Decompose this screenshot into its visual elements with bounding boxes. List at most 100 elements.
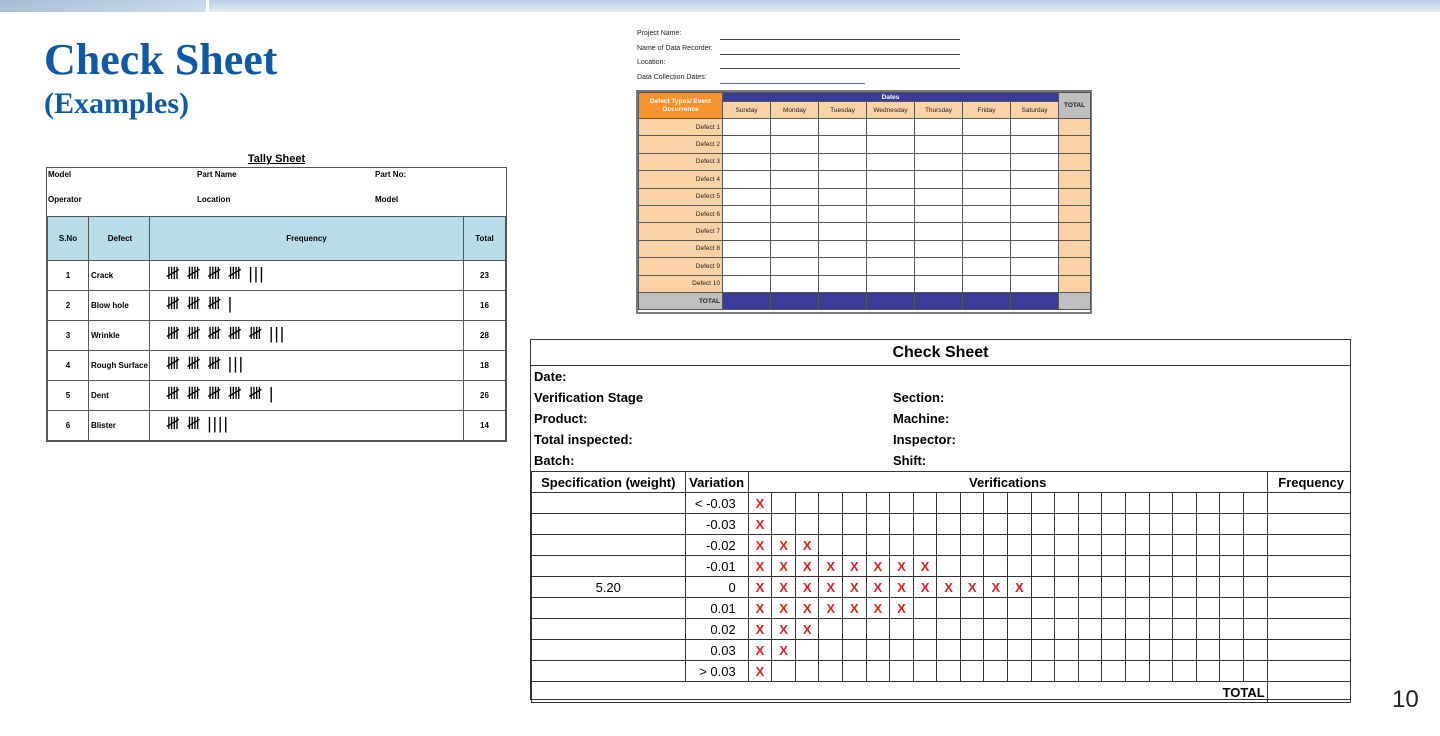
verification-cell[interactable] xyxy=(1124,639,1150,661)
day-cell[interactable] xyxy=(866,187,915,206)
verification-cell[interactable] xyxy=(912,660,938,682)
verification-cell[interactable] xyxy=(1007,513,1032,535)
verification-cell[interactable]: X xyxy=(747,597,773,619)
day-cell[interactable] xyxy=(962,170,1011,189)
verification-cell[interactable] xyxy=(959,513,985,535)
day-cell[interactable] xyxy=(866,222,915,241)
verification-cell[interactable] xyxy=(936,513,961,535)
verification-cell[interactable] xyxy=(1219,513,1244,535)
day-cell[interactable] xyxy=(866,274,915,293)
verification-cell[interactable] xyxy=(983,618,1009,640)
verification-cell[interactable]: X xyxy=(842,597,867,619)
verification-cell[interactable]: X xyxy=(912,576,938,598)
day-cell[interactable] xyxy=(722,239,771,259)
day-cell[interactable] xyxy=(770,274,819,293)
verification-cell[interactable] xyxy=(1172,597,1197,619)
verification-cell[interactable]: X xyxy=(865,555,891,577)
day-cell[interactable] xyxy=(914,170,963,189)
verification-cell[interactable] xyxy=(842,618,867,640)
day-cell[interactable] xyxy=(770,239,819,259)
verification-cell[interactable] xyxy=(1124,576,1150,598)
verification-cell[interactable] xyxy=(1030,639,1056,661)
verification-cell[interactable] xyxy=(1242,513,1268,535)
verification-cell[interactable] xyxy=(1219,576,1244,598)
verification-cell[interactable] xyxy=(1172,555,1197,577)
verification-cell[interactable] xyxy=(865,534,891,556)
verification-cell[interactable] xyxy=(1148,492,1174,514)
verification-cell[interactable]: X xyxy=(771,639,796,661)
verification-cell[interactable] xyxy=(1007,660,1032,682)
verification-cell[interactable] xyxy=(1077,492,1103,514)
verification-cell[interactable] xyxy=(1195,534,1221,556)
verification-cell[interactable] xyxy=(1030,576,1056,598)
verification-cell[interactable] xyxy=(794,660,820,682)
day-cell[interactable] xyxy=(770,135,819,154)
verification-cell[interactable] xyxy=(1242,534,1268,556)
verification-cell[interactable] xyxy=(1195,513,1221,535)
verification-cell[interactable] xyxy=(959,555,985,577)
verification-cell[interactable]: X xyxy=(865,576,891,598)
verification-cell[interactable] xyxy=(1077,639,1103,661)
verification-cell[interactable] xyxy=(1124,660,1150,682)
day-cell[interactable] xyxy=(1009,239,1060,259)
verification-cell[interactable] xyxy=(1242,492,1268,514)
day-cell[interactable] xyxy=(1009,274,1060,293)
day-cell[interactable] xyxy=(1009,204,1060,224)
verification-cell[interactable] xyxy=(1195,618,1221,640)
verification-cell[interactable] xyxy=(1077,513,1103,535)
day-cell[interactable] xyxy=(770,257,819,276)
verification-cell[interactable]: X xyxy=(794,576,820,598)
day-cell[interactable] xyxy=(818,222,867,241)
verification-cell[interactable]: X xyxy=(794,618,820,640)
verification-cell[interactable] xyxy=(865,660,891,682)
verification-cell[interactable] xyxy=(1124,513,1150,535)
verification-cell[interactable] xyxy=(1242,618,1268,640)
verification-cell[interactable]: X xyxy=(747,534,773,556)
day-cell[interactable] xyxy=(914,135,963,154)
verification-cell[interactable] xyxy=(842,639,867,661)
verification-cell[interactable]: X xyxy=(747,618,773,640)
day-cell[interactable] xyxy=(818,117,867,137)
verification-cell[interactable] xyxy=(959,639,985,661)
day-cell[interactable] xyxy=(722,170,771,189)
verification-cell[interactable] xyxy=(1101,555,1126,577)
verification-cell[interactable] xyxy=(1195,492,1221,514)
verification-cell[interactable] xyxy=(1242,555,1268,577)
verification-cell[interactable] xyxy=(936,597,961,619)
day-cell[interactable] xyxy=(770,170,819,189)
verification-cell[interactable] xyxy=(983,492,1009,514)
verification-cell[interactable] xyxy=(1124,618,1150,640)
verification-cell[interactable] xyxy=(936,618,961,640)
verification-cell[interactable]: X xyxy=(747,639,773,661)
verification-cell[interactable] xyxy=(889,618,914,640)
day-cell[interactable] xyxy=(962,274,1011,293)
day-cell[interactable] xyxy=(1009,222,1060,241)
verification-cell[interactable] xyxy=(1219,534,1244,556)
day-cell[interactable] xyxy=(818,187,867,206)
verification-cell[interactable] xyxy=(1219,639,1244,661)
verification-cell[interactable]: X xyxy=(747,660,773,682)
verification-cell[interactable] xyxy=(1101,597,1126,619)
verification-cell[interactable]: X xyxy=(771,618,796,640)
verification-cell[interactable] xyxy=(818,618,844,640)
verification-cell[interactable] xyxy=(1101,618,1126,640)
verification-cell[interactable] xyxy=(1077,618,1103,640)
verification-cell[interactable] xyxy=(1148,534,1174,556)
verification-cell[interactable] xyxy=(1242,639,1268,661)
day-cell[interactable] xyxy=(1009,117,1060,137)
verification-cell[interactable] xyxy=(842,492,867,514)
day-cell[interactable] xyxy=(722,204,771,224)
verification-cell[interactable]: X xyxy=(818,555,844,577)
verification-cell[interactable] xyxy=(1101,513,1126,535)
day-cell[interactable] xyxy=(962,152,1011,172)
verification-cell[interactable] xyxy=(983,639,1009,661)
day-cell[interactable] xyxy=(866,117,915,137)
day-cell[interactable] xyxy=(722,187,771,206)
verification-cell[interactable] xyxy=(1101,576,1126,598)
verification-cell[interactable] xyxy=(1030,618,1056,640)
day-cell[interactable] xyxy=(1009,152,1060,172)
day-cell[interactable] xyxy=(866,152,915,172)
day-cell[interactable] xyxy=(962,187,1011,206)
verification-cell[interactable] xyxy=(842,513,867,535)
verification-cell[interactable] xyxy=(1219,597,1244,619)
